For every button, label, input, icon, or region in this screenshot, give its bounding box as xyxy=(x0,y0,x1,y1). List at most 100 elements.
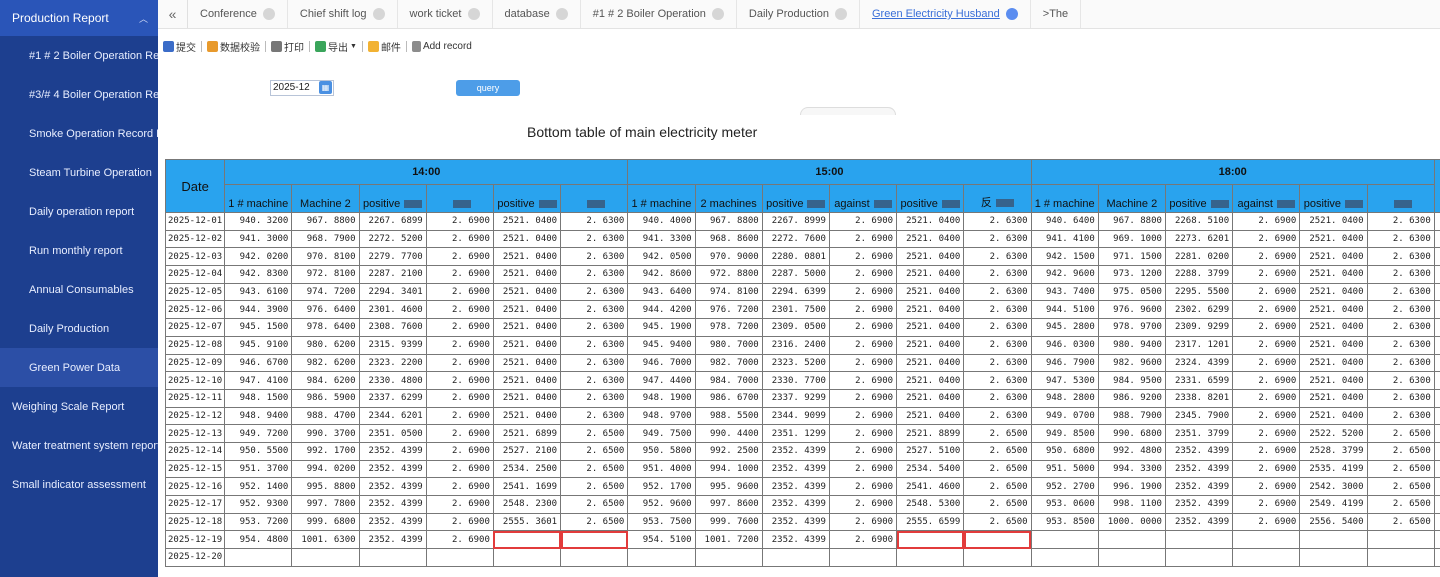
meter-value-cell[interactable] xyxy=(560,548,629,567)
meter-value-cell[interactable]: 954. 5100 xyxy=(627,530,696,550)
meter-value-cell[interactable]: 2521. 0400 xyxy=(1299,353,1368,373)
meter-value-cell[interactable] xyxy=(1366,530,1435,550)
meter-value-cell[interactable]: 953. 0600 xyxy=(1030,495,1099,514)
meter-value-cell[interactable]: 2521. 0400 xyxy=(1299,335,1368,355)
meter-value-cell[interactable]: 946. 0300 xyxy=(1030,335,1099,355)
sidebar-item[interactable]: #1 # 2 Boiler Operation Report xyxy=(0,36,158,75)
meter-value-cell[interactable]: 2. 6900 xyxy=(425,282,494,302)
meter-value-cell[interactable]: 2. 6500 xyxy=(560,477,629,496)
meter-value-cell[interactable]: 2541. 4600 xyxy=(896,477,965,496)
meter-value-cell[interactable] xyxy=(963,548,1032,567)
meter-value-cell[interactable]: 996. 1900 xyxy=(1097,477,1166,496)
meter-value-cell[interactable]: 2. 6300 xyxy=(560,388,629,408)
export-button[interactable]: 导出 ▼ xyxy=(310,39,362,54)
meter-value-cell[interactable]: 968. 7900 xyxy=(291,229,360,249)
meter-value-cell[interactable]: 2. 6900 xyxy=(828,459,898,479)
meter-value-cell[interactable]: 2. 6500 xyxy=(560,495,629,514)
meter-value-cell[interactable]: 950. 6800 xyxy=(1030,441,1099,461)
meter-value-cell[interactable]: 2279. 7700 xyxy=(358,247,427,267)
meter-value-cell[interactable]: 970. 9000 xyxy=(694,247,763,267)
meter-value-cell[interactable]: 992. 2500 xyxy=(694,441,763,461)
meter-value-cell[interactable]: 946. 7900 xyxy=(1030,353,1099,373)
meter-value-cell[interactable]: 2521. 0400 xyxy=(1299,229,1368,249)
meter-value-cell[interactable]: 2521. 0400 xyxy=(1299,406,1368,426)
meter-value-cell[interactable]: 986. 6700 xyxy=(694,388,763,408)
meter-value-cell[interactable]: 941. 3000 xyxy=(224,229,293,249)
meter-value-cell[interactable]: 2. 6300 xyxy=(560,229,629,249)
meter-value-cell[interactable]: 2534. 5400 xyxy=(896,459,965,479)
meter-value-cell[interactable]: 2548. 5300 xyxy=(896,495,965,514)
meter-value-cell[interactable]: 2. 6900 xyxy=(425,229,494,249)
meter-value-cell[interactable]: 990. 4400 xyxy=(694,424,763,443)
tab[interactable]: Conference xyxy=(188,0,288,28)
close-tab-icon[interactable] xyxy=(467,8,480,20)
meter-value-cell[interactable] xyxy=(492,530,562,550)
meter-value-cell[interactable]: 943. 6400 xyxy=(627,282,696,302)
meter-value-cell[interactable]: 2. 6900 xyxy=(828,212,898,231)
meter-value-cell[interactable]: 2521. 0400 xyxy=(492,318,562,337)
meter-value-cell[interactable] xyxy=(828,548,898,567)
meter-value-cell[interactable]: 2521. 0400 xyxy=(896,371,965,390)
sidebar-item[interactable]: Daily Production xyxy=(0,309,158,348)
tab[interactable]: Daily Production xyxy=(737,0,860,28)
meter-value-cell[interactable]: 2. 6300 xyxy=(963,212,1032,231)
meter-value-cell[interactable] xyxy=(358,548,427,567)
meter-value-cell[interactable]: 2352. 4399 xyxy=(761,441,830,461)
meter-value-cell[interactable]: 2. 6500 xyxy=(963,441,1032,461)
meter-value-cell[interactable]: 2. 6300 xyxy=(560,318,629,337)
meter-value-cell[interactable]: 944. 5100 xyxy=(1030,300,1099,320)
meter-value-cell[interactable]: 2. 6300 xyxy=(963,247,1032,267)
meter-value-cell[interactable] xyxy=(1366,548,1435,567)
meter-value-cell[interactable]: 969. 1000 xyxy=(1097,229,1166,249)
meter-value-cell[interactable]: 2280. 0801 xyxy=(761,247,830,267)
meter-value-cell[interactable]: 942. 8600 xyxy=(627,265,696,284)
meter-value-cell[interactable]: 941. 3300 xyxy=(627,229,696,249)
meter-value-cell[interactable]: 2521. 0400 xyxy=(492,371,562,390)
meter-value-cell[interactable]: 2. 6900 xyxy=(1232,459,1301,479)
meter-value-cell[interactable]: 2. 6900 xyxy=(1232,477,1301,496)
meter-value-cell[interactable]: 2521. 0400 xyxy=(896,247,965,267)
meter-value-cell[interactable]: 2. 6900 xyxy=(425,300,494,320)
sidebar-item[interactable]: Daily operation report xyxy=(0,192,158,231)
meter-value-cell[interactable]: 986. 5900 xyxy=(291,388,360,408)
meter-value-cell[interactable]: 946. 6700 xyxy=(224,353,293,373)
meter-value-cell[interactable]: 2. 6900 xyxy=(828,477,898,496)
meter-value-cell[interactable]: 2521. 0400 xyxy=(1299,371,1368,390)
meter-value-cell[interactable]: 2. 6900 xyxy=(1232,318,1301,337)
meter-value-cell[interactable]: 997. 8600 xyxy=(694,495,763,514)
meter-value-cell[interactable]: 2273. 6201 xyxy=(1164,229,1234,249)
meter-value-cell[interactable]: 949. 8500 xyxy=(1030,424,1099,443)
meter-value-cell[interactable]: 953. 7200 xyxy=(224,512,293,532)
meter-value-cell[interactable]: 2352. 4399 xyxy=(761,477,830,496)
meter-value-cell[interactable]: 2267. 6899 xyxy=(358,212,427,231)
meter-value-cell[interactable]: 982. 9600 xyxy=(1097,353,1166,373)
meter-value-cell[interactable]: 940. 3200 xyxy=(224,212,293,231)
meter-value-cell[interactable]: 947. 4100 xyxy=(224,371,293,390)
meter-value-cell[interactable]: 2352. 4399 xyxy=(1164,495,1234,514)
meter-value-cell[interactable]: 2. 6500 xyxy=(1366,512,1435,532)
meter-value-cell[interactable]: 980. 6200 xyxy=(291,335,360,355)
meter-value-cell[interactable]: 942. 9600 xyxy=(1030,265,1099,284)
meter-value-cell[interactable]: 988. 4700 xyxy=(291,406,360,426)
meter-value-cell[interactable]: 2521. 0400 xyxy=(1299,265,1368,284)
sidebar-item[interactable]: Run monthly report xyxy=(0,231,158,270)
validate-button[interactable]: 数据校验 xyxy=(202,39,265,54)
meter-value-cell[interactable]: 2337. 6299 xyxy=(358,388,427,408)
meter-value-cell[interactable] xyxy=(291,548,360,567)
meter-value-cell[interactable]: 2. 6300 xyxy=(1366,300,1435,320)
meter-value-cell[interactable]: 2317. 1201 xyxy=(1164,335,1234,355)
meter-value-cell[interactable] xyxy=(1232,548,1301,567)
meter-value-cell[interactable]: 952. 9300 xyxy=(224,495,293,514)
meter-value-cell[interactable]: 950. 5500 xyxy=(224,441,293,461)
meter-value-cell[interactable]: 2. 6500 xyxy=(1366,424,1435,443)
meter-value-cell[interactable]: 2. 6900 xyxy=(1232,229,1301,249)
meter-value-cell[interactable]: 2521. 0400 xyxy=(896,406,965,426)
meter-value-cell[interactable]: 2521. 0400 xyxy=(492,353,562,373)
meter-value-cell[interactable] xyxy=(761,548,830,567)
meter-value-cell[interactable]: 2272. 5200 xyxy=(358,229,427,249)
meter-value-cell[interactable]: 2301. 7500 xyxy=(761,300,830,320)
sidebar-item[interactable]: Annual Consumables xyxy=(0,270,158,309)
meter-value-cell[interactable]: 2. 6900 xyxy=(1232,212,1301,231)
meter-value-cell[interactable]: 2. 6500 xyxy=(963,495,1032,514)
meter-value-cell[interactable]: 2352. 4399 xyxy=(358,441,427,461)
